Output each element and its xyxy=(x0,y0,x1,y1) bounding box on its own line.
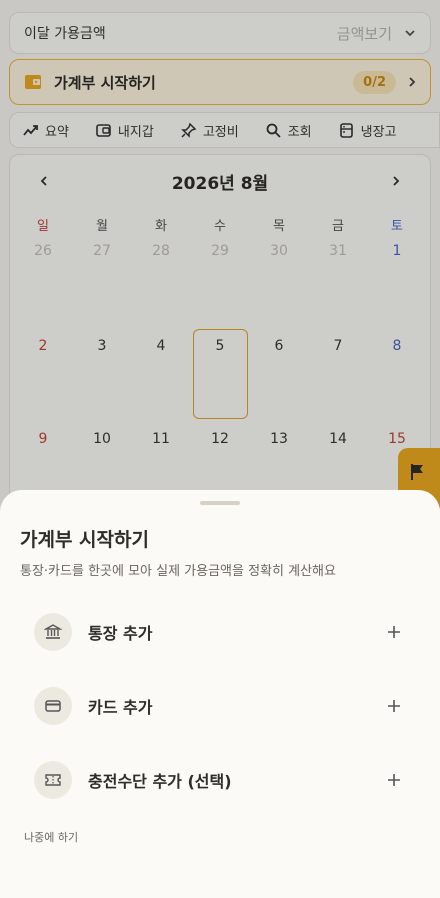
sheet-title: 가계부 시작하기 xyxy=(20,529,149,551)
app-background: 이달 가용금액 금액보기 가계부 시작하기 0/2 요약 내지갑 고정비 조회 xyxy=(0,0,440,898)
option-label: 충전수단 추가 (선택) xyxy=(88,772,232,791)
ticket-icon xyxy=(45,774,61,786)
sheet-subtitle: 통장·카드를 한곳에 모아 실제 가용금액을 정확히 계산해요 xyxy=(20,564,336,579)
add-prepaid-option[interactable]: 충전수단 추가 (선택) xyxy=(34,760,406,800)
plus-icon[interactable] xyxy=(386,772,402,788)
bank-icon-wrapper xyxy=(34,613,72,651)
plus-icon[interactable] xyxy=(386,624,402,640)
add-bank-account-option[interactable]: 통장 추가 xyxy=(34,612,406,652)
plus-icon[interactable] xyxy=(386,698,402,714)
option-label: 카드 추가 xyxy=(88,698,153,717)
card-icon-wrapper xyxy=(34,687,72,725)
ticket-icon-wrapper xyxy=(34,761,72,799)
add-card-option[interactable]: 카드 추가 xyxy=(34,686,406,726)
start-ledger-sheet: 가계부 시작하기 통장·카드를 한곳에 모아 실제 가용금액을 정확히 계산해요… xyxy=(0,490,440,898)
bank-icon xyxy=(44,624,62,639)
card-icon xyxy=(45,700,61,712)
later-link[interactable]: 나중에 하기 xyxy=(24,829,78,845)
sheet-drag-handle[interactable] xyxy=(200,501,240,505)
option-label: 통장 추가 xyxy=(88,624,153,643)
